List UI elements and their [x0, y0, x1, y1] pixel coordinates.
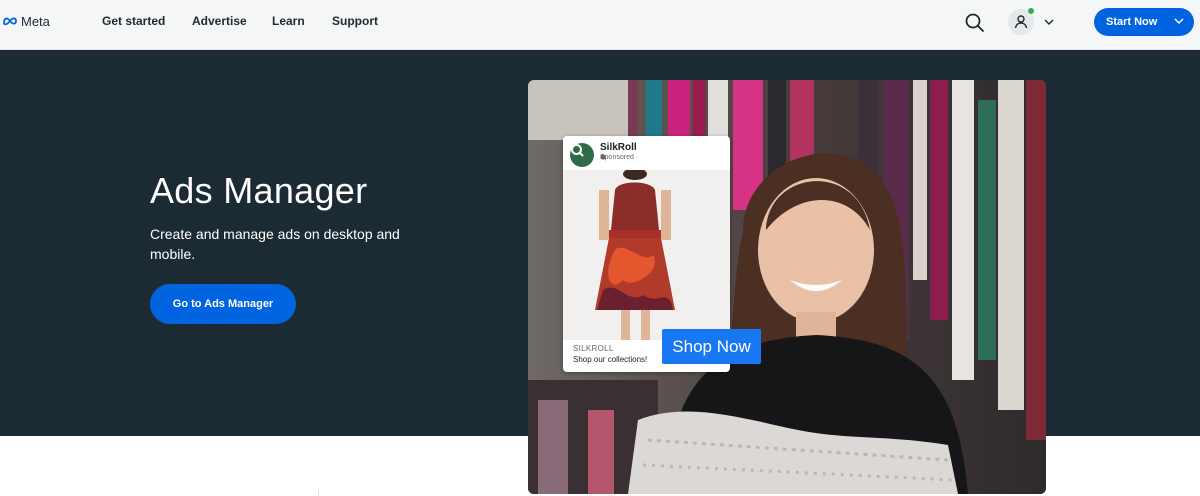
silkroll-logo-icon: [570, 143, 594, 167]
start-now-button[interactable]: Start Now: [1094, 8, 1194, 36]
ad-sponsored-label: Sponsored ·: [600, 154, 638, 161]
globe-icon: [600, 154, 606, 160]
ad-brand-name: SilkRoll: [600, 142, 637, 153]
ad-product-image: [563, 170, 730, 340]
meta-infinity-icon: [3, 17, 17, 26]
shop-now-button[interactable]: Shop Now: [662, 329, 761, 364]
divider: [318, 490, 319, 496]
online-status-dot: [1027, 7, 1035, 15]
meta-logo-text: Meta: [21, 13, 50, 29]
top-navigation: Meta Get started Advertise Learn Support…: [0, 0, 1200, 50]
ad-footer-text: Shop our collections!: [573, 355, 648, 364]
page-title: Ads Manager: [150, 170, 368, 211]
start-now-label: Start Now: [1106, 16, 1158, 28]
meta-logo[interactable]: Meta: [2, 12, 50, 30]
go-to-ads-manager-button[interactable]: Go to Ads Manager: [150, 284, 296, 324]
user-icon: [1008, 7, 1035, 35]
ad-footer-brand: SILKROLL: [573, 344, 614, 353]
nav-support[interactable]: Support: [332, 14, 378, 28]
account-menu[interactable]: [1008, 7, 1060, 36]
hero-photo: SilkRoll Sponsored · SILKROLL Shop our c…: [528, 80, 1046, 494]
hero-subtitle: Create and manage ads on desktop and mob…: [150, 226, 400, 262]
search-icon[interactable]: [964, 12, 986, 34]
nav-learn[interactable]: Learn: [272, 14, 305, 28]
chevron-down-icon: [1174, 18, 1184, 24]
nav-get-started[interactable]: Get started: [102, 14, 165, 28]
chevron-down-icon: [1044, 19, 1054, 25]
nav-advertise[interactable]: Advertise: [192, 14, 247, 28]
